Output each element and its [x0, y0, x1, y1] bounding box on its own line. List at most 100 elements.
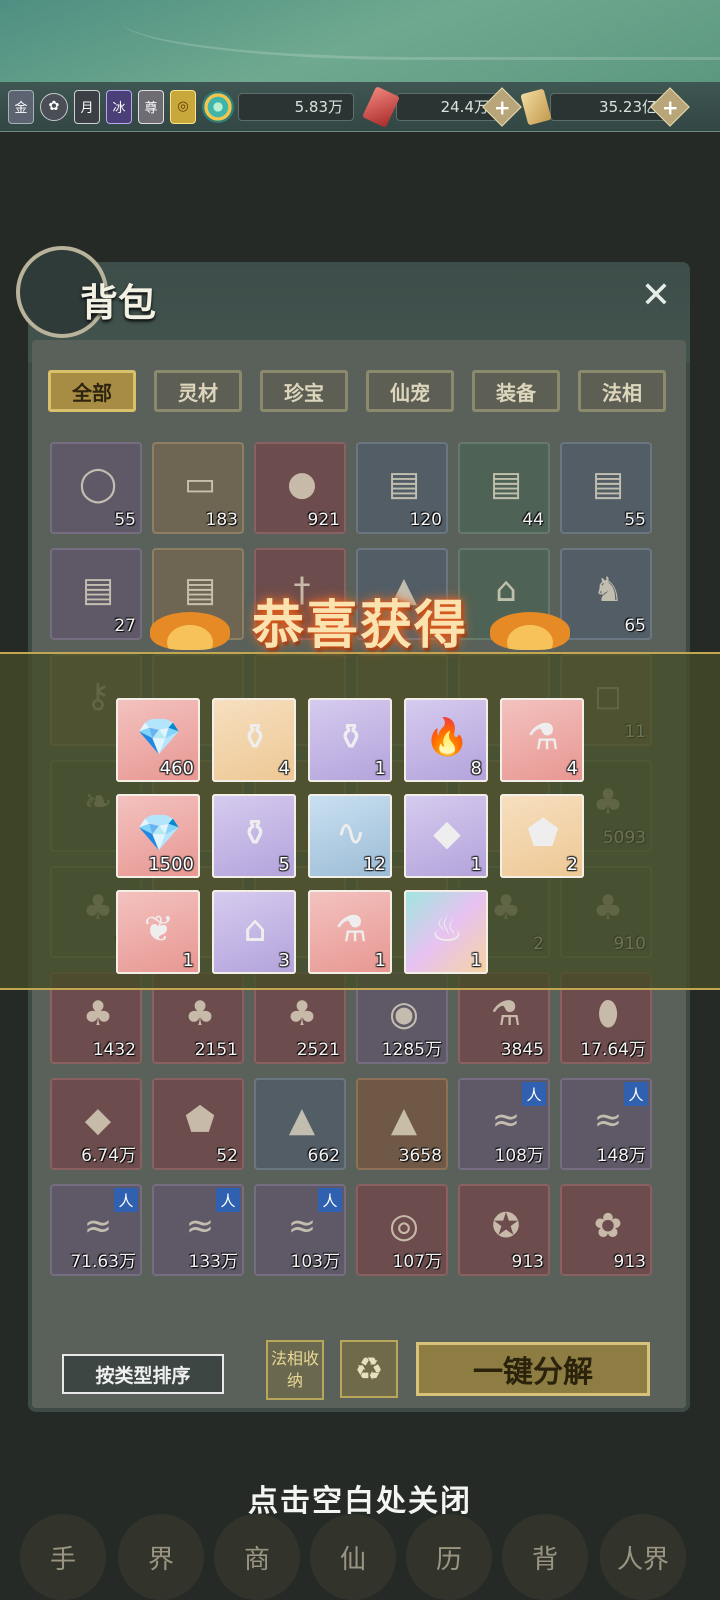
reward-item-slot[interactable]: ⚗ 1 — [308, 890, 392, 974]
tab-2[interactable]: 珍宝 — [260, 370, 348, 412]
reward-item-slot[interactable]: ⬟ 2 — [500, 794, 584, 878]
close-button[interactable]: ✕ — [636, 276, 676, 316]
bag-item-slot[interactable]: ▤ 44 — [458, 442, 550, 534]
item-count: 107万 — [392, 1252, 442, 1272]
bottom-nav: 手界商仙历背人界 — [0, 1500, 720, 1600]
item-count: 913 — [511, 1252, 544, 1272]
reward-title: 恭喜获得 — [251, 594, 468, 656]
crystal-shard-icon: ◆ — [433, 812, 461, 854]
spirit-stone-icon: 💎 — [136, 717, 182, 758]
item-count: 6.74万 — [81, 1146, 136, 1166]
bag-item-slot[interactable]: ▲ 662 — [254, 1078, 346, 1170]
reward-item-slot[interactable]: ⚱ 1 — [308, 698, 392, 782]
reward-item-slot[interactable]: ⌂ 3 — [212, 890, 296, 974]
recycle-button[interactable]: ♻ — [340, 1340, 398, 1398]
bag-item-slot[interactable]: ▤ 120 — [356, 442, 448, 534]
reward-count: 1 — [470, 950, 482, 971]
reward-item-slot[interactable]: 💎 1500 — [116, 794, 200, 878]
bag-title: 背包 — [80, 280, 157, 325]
reward-item-slot[interactable]: ♨ 1 — [404, 890, 488, 974]
bag-item-slot[interactable]: ● 921 — [254, 442, 346, 534]
bag-tabs: 全部 灵材 珍宝 仙宠 装备 法相 — [48, 370, 678, 414]
resource-icon-group: 金 ✿ 月冰尊 ◎ — [8, 89, 202, 124]
bag-item-slot[interactable]: ⬟ 52 — [152, 1078, 244, 1170]
tab-3[interactable]: 仙宠 — [366, 370, 454, 412]
human-realm-badge: 人 — [114, 1188, 138, 1212]
reward-item-slot[interactable]: ⚱ 4 — [212, 698, 296, 782]
nav-hand[interactable]: 手 — [20, 1514, 106, 1600]
item-count: 133万 — [188, 1252, 238, 1272]
sort-by-type-button[interactable]: 按类型排序 — [62, 1354, 224, 1394]
red-gem-icon — [362, 85, 400, 128]
item-count: 148万 — [596, 1146, 646, 1166]
golden-cauldron-icon: ♨ — [430, 908, 464, 950]
reward-count: 4 — [278, 758, 290, 779]
bag-item-slot[interactable]: ≈ 人 148万 — [560, 1078, 652, 1170]
reward-count: 1 — [470, 854, 482, 875]
bag-item-slot[interactable]: ≈ 人 133万 — [152, 1184, 244, 1276]
scenery-wave — [120, 0, 720, 60]
nav-realm[interactable]: 界 — [118, 1514, 204, 1600]
spirit-value: 5.83万 — [238, 92, 354, 121]
mountain-icon: ▲ — [288, 1100, 316, 1140]
bag-item-slot[interactable]: ▲ 3658 — [356, 1078, 448, 1170]
rose-icon: ✿ — [593, 1206, 623, 1246]
reward-count: 1500 — [148, 854, 194, 875]
bag-item-slot[interactable]: ≈ 人 108万 — [458, 1078, 550, 1170]
respect-card-icon: 尊 — [138, 89, 164, 124]
item-count: 1285万 — [381, 1040, 442, 1060]
nav-trial[interactable]: 历 — [406, 1514, 492, 1600]
one-click-decompose-button[interactable]: 一键分解 — [416, 1342, 650, 1396]
gourd-icon: ⚱ — [239, 716, 271, 758]
item-count: 3845 — [500, 1040, 544, 1060]
nav-immortal[interactable]: 仙 — [310, 1514, 396, 1600]
bag-item-slot[interactable]: ▤ 27 — [50, 548, 142, 640]
bag-item-slot[interactable]: ◆ 6.74万 — [50, 1078, 142, 1170]
coin-token-icon — [520, 87, 552, 126]
plus-icon: + — [493, 94, 511, 119]
crystal-icon: ◆ — [84, 1100, 112, 1140]
reward-item-slot[interactable]: ◆ 1 — [404, 794, 488, 878]
tab-1[interactable]: 灵材 — [154, 370, 242, 412]
scroll-icon: ▤ — [591, 464, 625, 504]
reward-count: 12 — [363, 854, 386, 875]
reward-item-slot[interactable]: ⚗ 4 — [500, 698, 584, 782]
bag-item-slot[interactable]: ≈ 人 71.63万 — [50, 1184, 142, 1276]
reward-item-slot[interactable]: 🔥 8 — [404, 698, 488, 782]
human-realm-badge: 人 — [624, 1082, 648, 1106]
bag-item-slot[interactable]: ♞ 65 — [560, 548, 652, 640]
reward-item-slot[interactable]: ⚱ 5 — [212, 794, 296, 878]
item-count: 55 — [624, 510, 646, 530]
item-count: 1432 — [92, 1040, 136, 1060]
bag-item-slot[interactable]: ▭ 183 — [152, 442, 244, 534]
pearl-icon: ◎ — [389, 1206, 419, 1246]
pouch-icon: ♣ — [184, 994, 216, 1034]
nav-shop[interactable]: 商 — [214, 1514, 300, 1600]
tab-5[interactable]: 法相 — [578, 370, 666, 412]
tab-4[interactable]: 装备 — [472, 370, 560, 412]
bracelet-icon: ◯ — [78, 464, 118, 504]
bag-item-slot[interactable]: ✪ 913 — [458, 1184, 550, 1276]
bag-item-slot[interactable]: ✿ 913 — [560, 1184, 652, 1276]
ice-card-icon: 冰 — [106, 89, 132, 124]
spirit-swirl-icon — [202, 90, 234, 123]
reward-item-slot[interactable]: ∿ 12 — [308, 794, 392, 878]
nav-human-realm[interactable]: 人界 — [600, 1514, 686, 1600]
nav-bag[interactable]: 背 — [502, 1514, 588, 1600]
bag-item-slot[interactable]: ≈ 人 103万 — [254, 1184, 346, 1276]
resource-bar: 金 ✿ 月冰尊 ◎ 5.83万 24.4万 + 35.23亿 + — [0, 82, 720, 132]
bag-item-slot[interactable]: ◯ 55 — [50, 442, 142, 534]
dharma-storage-button[interactable]: 法相收纳 — [266, 1340, 324, 1400]
item-count: 2521 — [296, 1040, 340, 1060]
bag-item-slot[interactable]: ▤ 55 — [560, 442, 652, 534]
birdcage-icon: ⌂ — [243, 908, 267, 950]
scroll-icon: ▤ — [387, 464, 421, 504]
reward-item-slot[interactable]: ❦ 1 — [116, 890, 200, 974]
reward-count: 1 — [374, 950, 386, 971]
bag-item-slot[interactable]: ◎ 107万 — [356, 1184, 448, 1276]
item-count: 103万 — [290, 1252, 340, 1272]
reward-count: 5 — [278, 854, 290, 875]
tab-0[interactable]: 全部 — [48, 370, 136, 412]
reward-item-slot[interactable]: 💎 460 — [116, 698, 200, 782]
right-flower-icon — [490, 612, 570, 650]
